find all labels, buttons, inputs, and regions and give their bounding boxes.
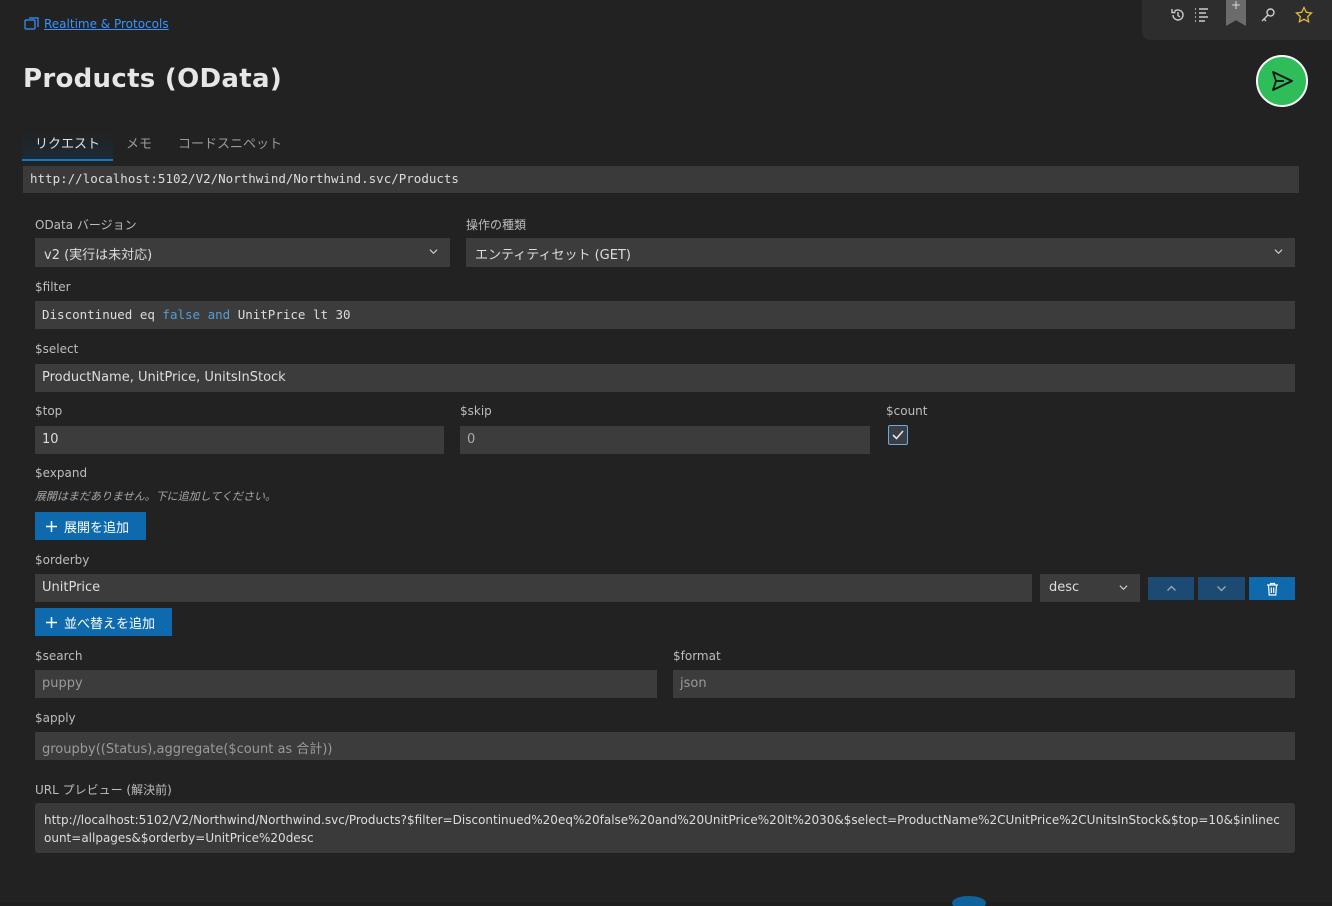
- odata-version-select[interactable]: v2 (実行は未対応): [35, 238, 450, 267]
- top-toolbar: +: [1142, 0, 1332, 40]
- move-up-button[interactable]: [1148, 577, 1194, 600]
- collection-icon: [24, 17, 39, 30]
- format-input[interactable]: json: [673, 670, 1295, 698]
- bookmark-icon[interactable]: +: [1226, 0, 1246, 26]
- breadcrumb-link[interactable]: Realtime & Protocols: [44, 17, 169, 31]
- filter-input[interactable]: Discontinued eq false and UnitPrice lt 3…: [35, 301, 1295, 329]
- url-preview: http://localhost:5102/V2/Northwind/North…: [35, 803, 1295, 853]
- key-icon[interactable]: [1259, 6, 1277, 24]
- filter-token: UnitPrice lt 30: [230, 307, 351, 322]
- operation-value: エンティティセット (GET): [475, 248, 631, 263]
- add-orderby-button[interactable]: 並べ替えを追加: [35, 608, 172, 636]
- tab-request[interactable]: リクエスト: [22, 131, 114, 161]
- chevron-down-icon: [1274, 249, 1283, 255]
- operation-label: 操作の種類: [466, 218, 527, 232]
- delete-orderby-button[interactable]: [1249, 577, 1295, 600]
- operation-select[interactable]: エンティティセット (GET): [466, 238, 1295, 267]
- url-preview-label: URL プレビュー (解決前): [35, 783, 172, 797]
- orderby-direction-select[interactable]: desc: [1040, 574, 1140, 602]
- filter-token: [200, 307, 208, 322]
- move-down-button[interactable]: [1198, 577, 1245, 600]
- plus-icon: [46, 616, 57, 628]
- history-icon[interactable]: [1169, 6, 1187, 24]
- list-icon[interactable]: [1192, 6, 1210, 24]
- apply-input[interactable]: groupby((Status),aggregate($count as 合計)…: [35, 732, 1295, 760]
- select-input[interactable]: ProductName, UnitPrice, UnitsInStock: [35, 364, 1295, 392]
- skip-input[interactable]: 0: [460, 426, 870, 454]
- format-label: $format: [673, 649, 721, 663]
- search-input[interactable]: puppy: [35, 670, 657, 698]
- apply-label: $apply: [35, 711, 76, 725]
- chevron-down-icon: [1119, 585, 1128, 591]
- filter-token: Discontinued eq: [42, 307, 163, 322]
- count-label: $count: [886, 404, 928, 418]
- send-icon: [1272, 71, 1293, 91]
- tab-memo[interactable]: メモ: [113, 131, 165, 161]
- url-input[interactable]: http://localhost:5102/V2/Northwind/North…: [23, 166, 1299, 193]
- odata-version-value: v2 (実行は未対応): [44, 248, 153, 263]
- add-orderby-label: 並べ替えを追加: [64, 616, 156, 632]
- filter-label: $filter: [35, 280, 71, 294]
- top-label: $top: [35, 404, 63, 418]
- search-label: $search: [35, 649, 83, 663]
- add-expand-label: 展開を追加: [64, 520, 130, 536]
- check-icon: [892, 430, 904, 440]
- orderby-field-input[interactable]: UnitPrice: [35, 574, 1032, 602]
- star-icon[interactable]: [1295, 6, 1313, 24]
- breadcrumb: Realtime & Protocols: [24, 17, 169, 31]
- add-expand-button[interactable]: 展開を追加: [35, 512, 146, 540]
- filter-keyword: and: [207, 307, 231, 322]
- odata-version-label: OData バージョン: [35, 218, 137, 232]
- scroll-indicator: [952, 896, 986, 906]
- chevron-up-icon: [1166, 585, 1176, 591]
- trash-icon: [1266, 582, 1278, 596]
- count-checkbox[interactable]: [888, 425, 908, 445]
- top-input[interactable]: 10: [35, 426, 444, 454]
- chevron-down-icon: [429, 249, 438, 255]
- expand-hint: 展開はまだありません。下に追加してください。: [35, 490, 277, 503]
- send-button[interactable]: [1256, 55, 1308, 107]
- chevron-down-icon: [1217, 586, 1226, 592]
- skip-label: $skip: [460, 404, 492, 418]
- orderby-label: $orderby: [35, 553, 90, 567]
- page-title: Products (OData): [23, 64, 282, 94]
- plus-icon: [46, 520, 57, 532]
- status-strip: [0, 902, 1332, 906]
- tab-bar: リクエスト メモ コードスニペット: [22, 131, 295, 161]
- filter-keyword: false: [162, 307, 201, 322]
- select-label: $select: [35, 342, 79, 356]
- expand-label: $expand: [35, 466, 88, 480]
- tab-code-snippet[interactable]: コードスニペット: [165, 131, 295, 161]
- orderby-direction-value: desc: [1049, 580, 1080, 595]
